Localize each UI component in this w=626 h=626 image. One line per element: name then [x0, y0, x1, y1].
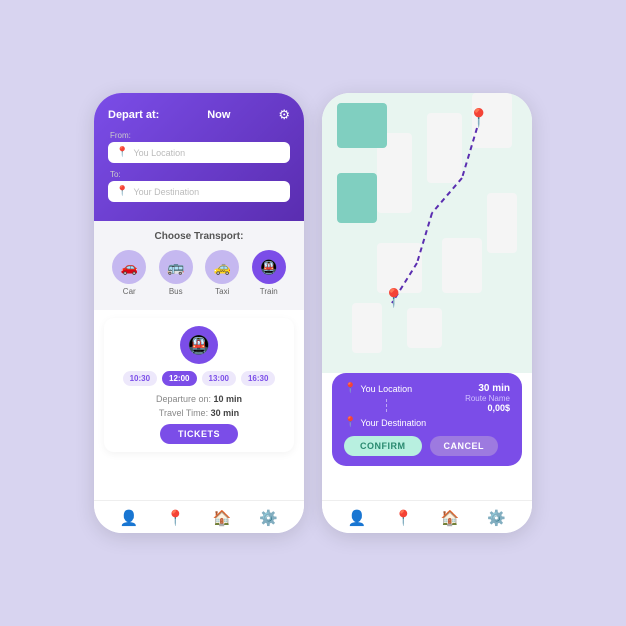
travel-value: 30 min	[211, 408, 240, 418]
bottom-nav-left: 👤 📍 🏠 ⚙️	[94, 500, 304, 533]
transport-taxi[interactable]: 🚕 Taxi	[205, 250, 239, 296]
route-details-column: 30 min Route Name 0,00$	[465, 383, 510, 428]
route-path	[322, 93, 532, 373]
nav-settings-icon[interactable]: ⚙️	[259, 509, 278, 527]
route-time-text: 30 min	[465, 383, 510, 394]
departure-value: 10 min	[214, 394, 243, 404]
transport-label: Choose Transport:	[106, 231, 292, 242]
from-location-row: 📍 You Location	[344, 383, 426, 394]
route-name-text: Route Name	[465, 394, 510, 403]
from-pin-icon-card: 📍	[344, 383, 356, 394]
info-section: 📍 You Location 📍 Your Destination 30 min…	[322, 373, 532, 508]
card-action-buttons: CONFIRM CANCEL	[344, 436, 510, 456]
nav-location-icon[interactable]: 📍	[166, 509, 185, 527]
nav-user-icon-right[interactable]: 👤	[348, 509, 367, 527]
time-1200[interactable]: 12:00	[162, 371, 196, 386]
to-pin-icon: 📍	[116, 186, 128, 197]
from-pin-icon: 📍	[116, 147, 128, 158]
taxi-circle: 🚕	[205, 250, 239, 284]
transport-car[interactable]: 🚗 Car	[112, 250, 146, 296]
car-circle: 🚗	[112, 250, 146, 284]
car-label: Car	[123, 287, 136, 296]
departure-info: Departure on: 10 min Travel Time: 30 min	[114, 393, 284, 420]
header-section: Depart at: Now ⚙ From: 📍 You Location To…	[94, 93, 304, 221]
depart-label: Depart at:	[108, 109, 159, 121]
from-input[interactable]: 📍 You Location	[108, 142, 290, 163]
route-dashed-line	[346, 399, 426, 412]
from-location-text: You Location	[360, 384, 412, 394]
train-label: Train	[260, 287, 278, 296]
to-placeholder-text: Your Destination	[133, 187, 199, 197]
nav-home-icon-right[interactable]: 🏠	[441, 509, 460, 527]
bus-circle: 🚌	[159, 250, 193, 284]
bus-label: Bus	[169, 287, 183, 296]
settings-icon[interactable]: ⚙	[278, 107, 290, 123]
tickets-button[interactable]: TICKETS	[160, 424, 238, 444]
taxi-label: Taxi	[215, 287, 229, 296]
right-phone: 📍 📍 📍 You Location 📍 Your Destination	[322, 93, 532, 533]
time-1630[interactable]: 16:30	[241, 371, 275, 386]
confirm-button[interactable]: CONFIRM	[344, 436, 422, 456]
train-circle: 🚇	[252, 250, 286, 284]
times-row: 10:30 12:00 13:00 16:30	[114, 371, 284, 386]
route-price-text: 0,00$	[465, 403, 510, 413]
map-area: 📍 📍	[322, 93, 532, 373]
to-label: To:	[110, 170, 290, 179]
left-phone: Depart at: Now ⚙ From: 📍 You Location To…	[94, 93, 304, 533]
transport-bus[interactable]: 🚌 Bus	[159, 250, 193, 296]
to-pin-icon-card: 📍	[344, 417, 356, 428]
bottom-nav-right: 👤 📍 🏠 ⚙️	[322, 500, 532, 533]
depart-value: Now	[207, 109, 230, 121]
cancel-button[interactable]: CANCEL	[430, 436, 499, 456]
route-info-card: 📍 You Location 📍 Your Destination 30 min…	[332, 373, 522, 466]
location-pin-icon: 📍	[383, 288, 405, 309]
nav-home-icon[interactable]: 🏠	[213, 509, 232, 527]
schedule-section: 🚇 10:30 12:00 13:00 16:30 Departure on: …	[104, 318, 294, 452]
nav-user-icon[interactable]: 👤	[120, 509, 139, 527]
to-location-text: Your Destination	[360, 418, 426, 428]
from-placeholder-text: You Location	[133, 148, 185, 158]
transport-train[interactable]: 🚇 Train	[252, 250, 286, 296]
location-column: 📍 You Location 📍 Your Destination	[344, 383, 426, 428]
nav-location-icon-right[interactable]: 📍	[394, 509, 413, 527]
selected-transport-icon: 🚇	[114, 326, 284, 364]
transport-section: Choose Transport: 🚗 Car 🚌 Bus 🚕 Taxi 🚇 T…	[94, 221, 304, 310]
to-input[interactable]: 📍 Your Destination	[108, 181, 290, 202]
to-location-row: 📍 Your Destination	[344, 417, 426, 428]
from-label: From:	[110, 131, 290, 140]
time-1300[interactable]: 13:00	[202, 371, 236, 386]
destination-pin-icon: 📍	[468, 108, 490, 129]
time-1030[interactable]: 10:30	[123, 371, 157, 386]
transport-options: 🚗 Car 🚌 Bus 🚕 Taxi 🚇 Train	[106, 250, 292, 296]
bus-large-circle: 🚇	[180, 326, 218, 364]
nav-settings-icon-right[interactable]: ⚙️	[487, 509, 506, 527]
